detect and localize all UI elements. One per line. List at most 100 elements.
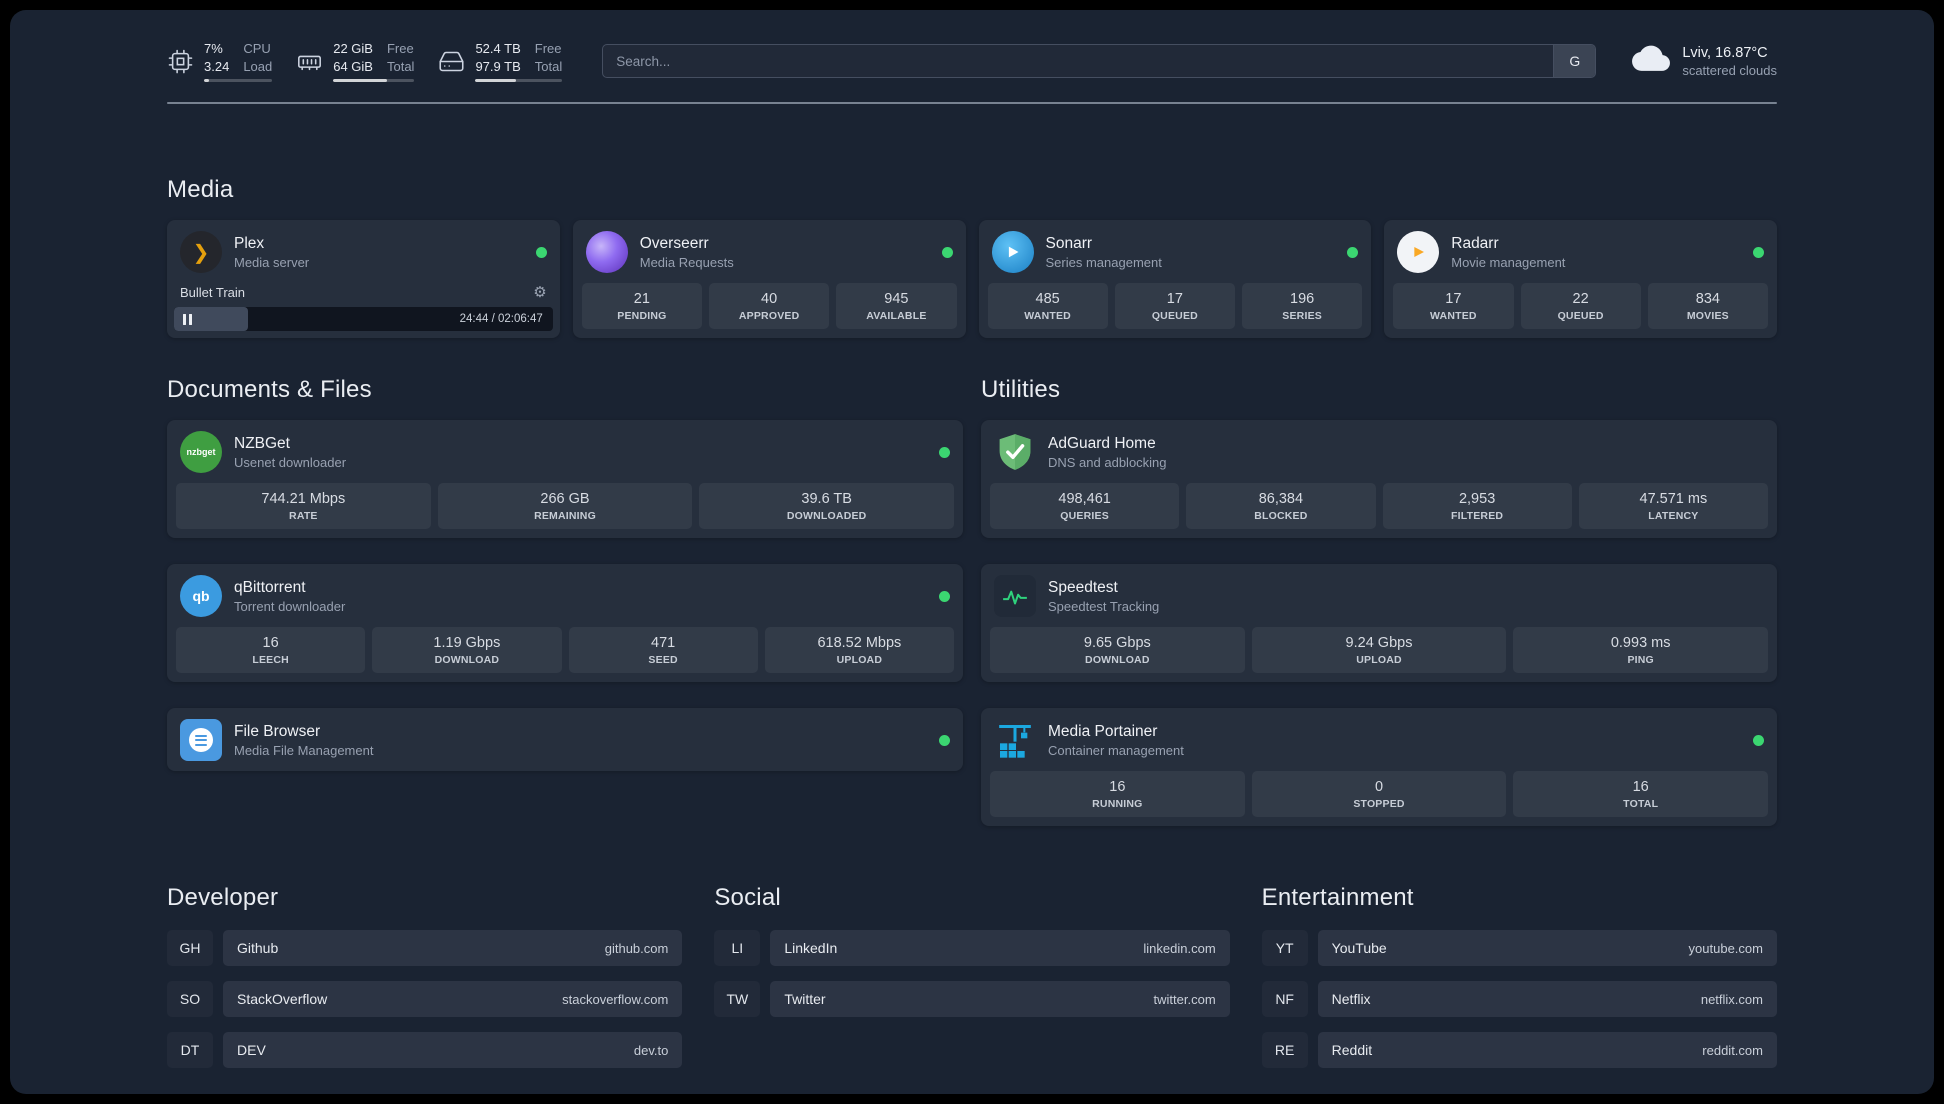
adguard-card[interactable]: AdGuard Home DNS and adblocking 498,461 … bbox=[981, 420, 1777, 539]
service-desc: Media server bbox=[234, 254, 310, 270]
stat-pending: 21 PENDING bbox=[581, 283, 702, 330]
bookmarks-entertainment: Entertainment YT YouTube youtube.com NF … bbox=[1261, 884, 1777, 1069]
stat-value: 17 bbox=[1166, 291, 1183, 308]
gear-icon[interactable]: ⚙ bbox=[533, 285, 546, 300]
service-desc: Media File Management bbox=[234, 742, 374, 758]
bookmark-linkedin[interactable]: LI LinkedIn linkedin.com bbox=[714, 930, 1230, 967]
stat-upload: 618.52 Mbps UPLOAD bbox=[764, 627, 954, 674]
stat-value: 1.19 Gbps bbox=[433, 635, 501, 652]
memory-free-value: 22 GiB bbox=[333, 41, 373, 56]
service-name: Plex bbox=[234, 234, 265, 252]
disk-icon bbox=[438, 48, 465, 75]
bookmark-stackoverflow[interactable]: SO StackOverflow stackoverflow.com bbox=[167, 981, 683, 1018]
stat-label: DOWNLOADED bbox=[786, 510, 867, 523]
service-desc: Usenet downloader bbox=[234, 454, 347, 470]
bookmark-url: youtube.com bbox=[1688, 940, 1763, 956]
pause-icon[interactable] bbox=[183, 313, 192, 325]
section-bookmarks: Developer GH Github github.com SO StackO… bbox=[167, 884, 1777, 1069]
stat-value: 0 bbox=[1374, 779, 1384, 796]
bookmark-youtube[interactable]: YT YouTube youtube.com bbox=[1262, 930, 1777, 967]
bookmark-reddit[interactable]: RE Reddit reddit.com bbox=[1262, 1032, 1777, 1069]
playback-progress-bar[interactable]: 24:44 / 02:06:47 bbox=[174, 307, 553, 332]
stat-label: AVAILABLE bbox=[866, 310, 927, 323]
service-name: Overseerr bbox=[639, 234, 709, 252]
stat-label: PING bbox=[1627, 654, 1654, 667]
stat-value: 498,461 bbox=[1058, 491, 1111, 508]
section-title-entertainment: Entertainment bbox=[1261, 884, 1414, 912]
search-input[interactable] bbox=[602, 44, 1597, 79]
memory-icon bbox=[296, 48, 323, 75]
status-dot bbox=[941, 246, 953, 258]
cpu-load-label: Load bbox=[243, 58, 273, 74]
bookmark-github[interactable]: GH Github github.com bbox=[167, 930, 683, 967]
bookmark-netflix[interactable]: NF Netflix netflix.com bbox=[1262, 981, 1777, 1018]
disk-free-label: Free bbox=[534, 41, 562, 56]
bookmark-abbr: NF bbox=[1262, 981, 1308, 1017]
status-dot bbox=[1753, 734, 1764, 746]
stat-label: DOWNLOAD bbox=[434, 654, 500, 667]
stat-value: 2,953 bbox=[1458, 491, 1496, 508]
plex-card[interactable]: ❯ Plex Media server Bullet Train ⚙ 24:44… bbox=[167, 220, 560, 339]
disk-usage-bar bbox=[475, 79, 563, 83]
stat-label: UPLOAD bbox=[1356, 654, 1402, 667]
stat-value: 21 bbox=[633, 291, 650, 308]
cpu-widget: 7% 3.24 CPU Load bbox=[167, 40, 273, 83]
stat-value: 834 bbox=[1695, 291, 1720, 308]
speedtest-card[interactable]: Speedtest Speedtest Tracking 9.65 Gbps D… bbox=[981, 564, 1777, 683]
section-media: Media ❯ Plex Media server Bullet Train ⚙… bbox=[167, 176, 1777, 339]
stat-value: 9.24 Gbps bbox=[1345, 635, 1413, 652]
service-name: qBittorrent bbox=[234, 578, 306, 596]
stat-label: QUEUED bbox=[1557, 310, 1604, 323]
service-desc: Torrent downloader bbox=[234, 598, 346, 614]
stat-download: 9.65 Gbps DOWNLOAD bbox=[990, 627, 1245, 674]
search-provider-button[interactable]: G bbox=[1553, 45, 1596, 78]
nzbget-card[interactable]: nzbget NZBGet Usenet downloader 744.21 M… bbox=[167, 420, 963, 539]
stat-value: 744.21 Mbps bbox=[261, 491, 346, 508]
cpu-load-value: 3.24 bbox=[204, 58, 230, 74]
stat-latency: 47.571 ms LATENCY bbox=[1578, 483, 1768, 530]
service-desc: Series management bbox=[1045, 254, 1162, 270]
service-name: Speedtest bbox=[1048, 578, 1118, 596]
dashboard-page: 7% 3.24 CPU Load 22 GiB 64 GiB Free Tota… bbox=[10, 10, 1934, 1094]
stat-wanted: 485 WANTED bbox=[987, 283, 1108, 330]
bookmark-twitter[interactable]: TW Twitter twitter.com bbox=[714, 981, 1230, 1018]
bookmark-dev[interactable]: DT DEV dev.to bbox=[167, 1032, 683, 1069]
stat-value: 39.6 TB bbox=[801, 491, 852, 508]
status-dot bbox=[939, 590, 950, 602]
bookmark-abbr: LI bbox=[714, 930, 760, 966]
service-name: Radarr bbox=[1451, 234, 1499, 252]
info-bar: 7% 3.24 CPU Load 22 GiB 64 GiB Free Tota… bbox=[167, 40, 1777, 83]
sonarr-icon bbox=[991, 231, 1034, 274]
bookmark-url: reddit.com bbox=[1702, 1042, 1763, 1058]
adguard-shield-icon bbox=[994, 431, 1036, 473]
overseerr-card[interactable]: Overseerr Media Requests 21 PENDING 40 A… bbox=[572, 220, 966, 339]
bookmark-url: netflix.com bbox=[1700, 991, 1763, 1007]
weather-condition: scattered clouds bbox=[1682, 62, 1777, 78]
stat-value: 485 bbox=[1035, 291, 1060, 308]
stat-stopped: 0 STOPPED bbox=[1251, 771, 1507, 818]
status-dot bbox=[535, 246, 547, 258]
radarr-card[interactable]: Radarr Movie management 17 WANTED 22 QUE… bbox=[1384, 220, 1777, 339]
section-title-social: Social bbox=[714, 884, 781, 912]
stat-label: QUEUED bbox=[1151, 310, 1198, 323]
service-name: NZBGet bbox=[234, 434, 290, 452]
radarr-icon bbox=[1397, 231, 1440, 274]
cpu-percent: 7% bbox=[204, 41, 223, 56]
disk-total-value: 97.9 TB bbox=[475, 58, 521, 74]
portainer-card[interactable]: Media Portainer Container management 16 … bbox=[981, 708, 1777, 827]
filebrowser-icon bbox=[180, 719, 222, 762]
cloud-icon bbox=[1632, 44, 1671, 79]
sonarr-card[interactable]: Sonarr Series management 485 WANTED 17 Q… bbox=[978, 220, 1372, 339]
stat-value: 618.52 Mbps bbox=[817, 635, 902, 652]
stat-value: 40 bbox=[761, 291, 778, 308]
stat-value: 196 bbox=[1290, 291, 1315, 308]
stat-seed: 471 SEED bbox=[568, 627, 758, 674]
stat-value: 16 bbox=[1632, 779, 1649, 796]
bookmark-abbr: TW bbox=[714, 981, 760, 1017]
memory-usage-bar bbox=[333, 79, 415, 83]
stat-label: SEED bbox=[648, 654, 678, 667]
stat-rate: 744.21 Mbps RATE bbox=[176, 483, 431, 530]
filebrowser-card[interactable]: File Browser Media File Management bbox=[167, 708, 963, 772]
qbittorrent-card[interactable]: qb qBittorrent Torrent downloader 16 LEE… bbox=[167, 564, 963, 683]
service-desc: Movie management bbox=[1451, 254, 1566, 270]
